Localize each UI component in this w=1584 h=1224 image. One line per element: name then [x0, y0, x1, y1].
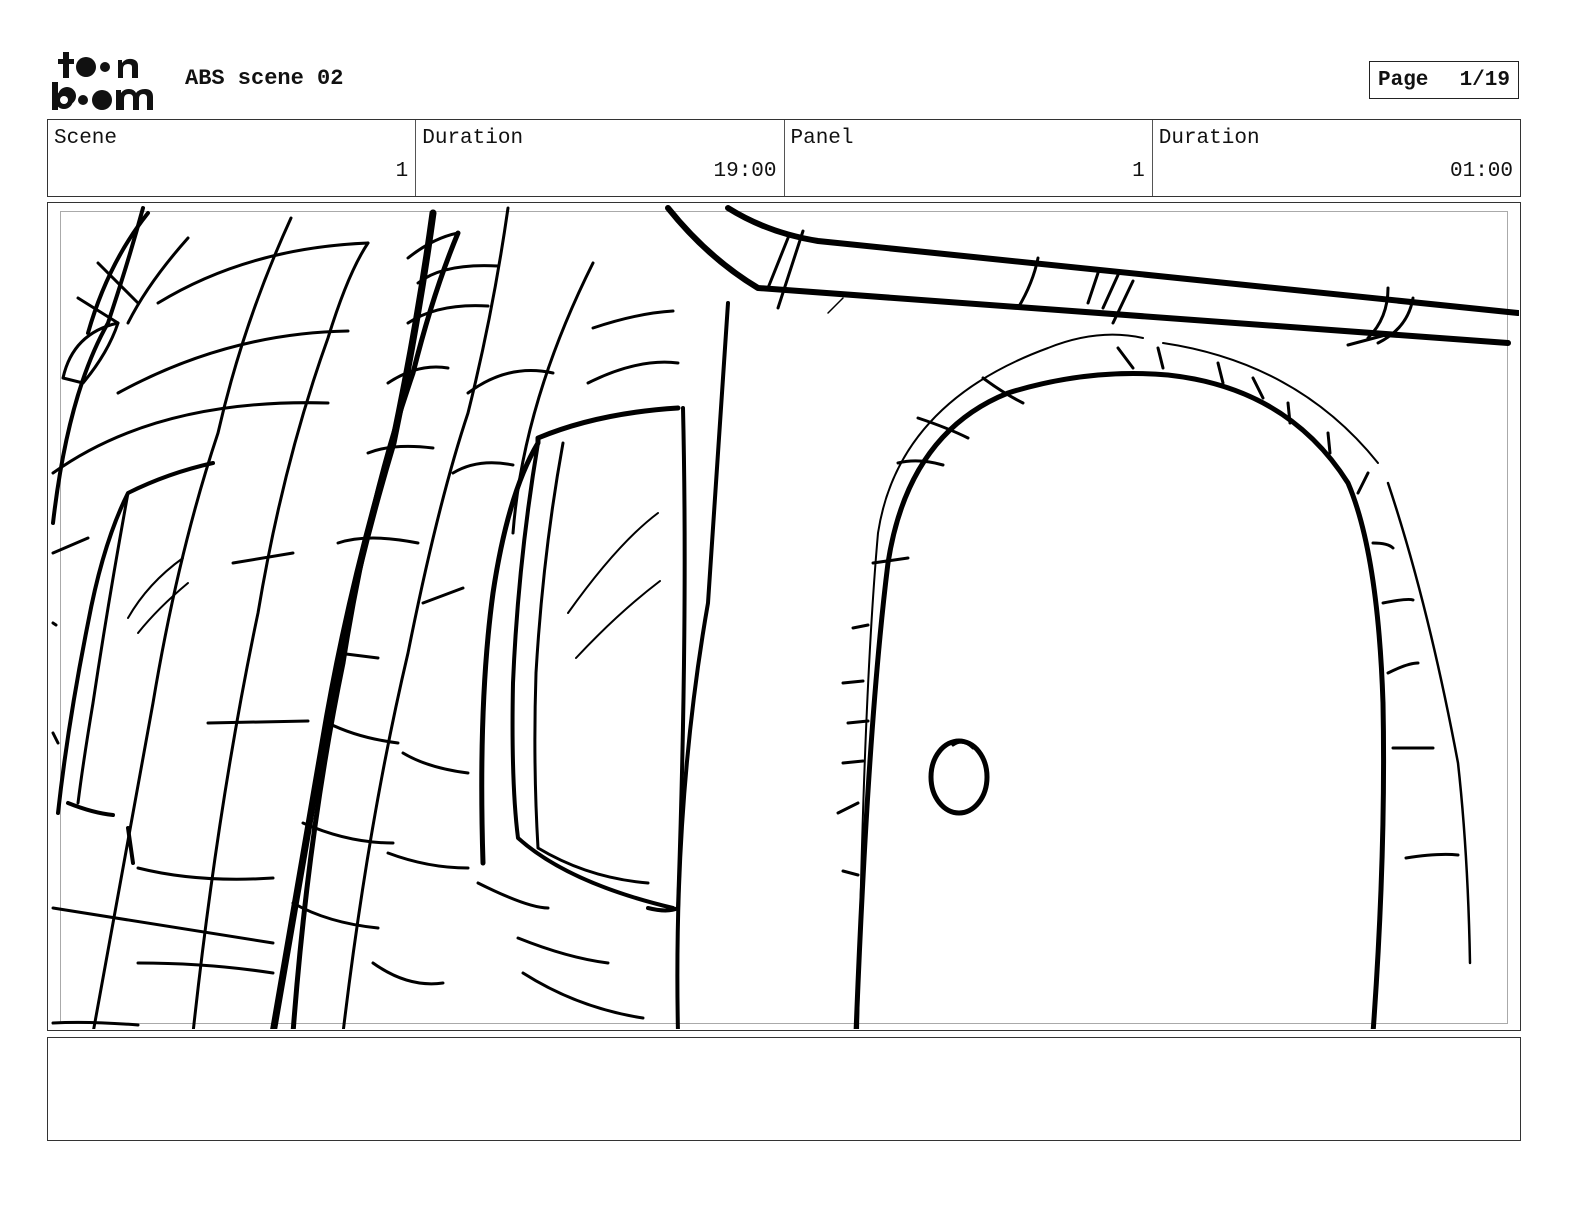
panel-value: 1: [1132, 160, 1145, 183]
panel-info-row: Scene 1 Duration 19:00 Panel 1 Duration …: [47, 119, 1521, 197]
scene-label: Scene: [54, 127, 118, 150]
scene-duration-cell: Duration 19:00: [416, 120, 785, 196]
panel-notes-box[interactable]: [47, 1037, 1521, 1141]
page-label: Page: [1378, 68, 1429, 92]
panel-duration-label: Duration: [1158, 127, 1260, 150]
page-indicator: Page 1/19: [1369, 61, 1519, 99]
panel-label: Panel: [790, 127, 854, 150]
scene-cell: Scene 1: [48, 120, 417, 196]
scene-duration-label: Duration: [422, 127, 524, 150]
panel-cell: Panel 1: [785, 120, 1153, 196]
sketch-drawing: [51, 205, 1519, 1029]
panel-duration-cell: Duration 01:00: [1153, 120, 1520, 196]
page-value: 1/19: [1459, 68, 1510, 92]
panel-duration-value: 01:00: [1449, 160, 1513, 183]
scene-duration-value: 19:00: [713, 160, 777, 183]
toon-boom-logo-icon: [52, 52, 153, 110]
toon-boom-logo: [50, 50, 165, 112]
storyboard-panel: [47, 202, 1521, 1031]
document-title: ABS scene 02: [185, 66, 344, 91]
scene-value: 1: [395, 160, 409, 183]
